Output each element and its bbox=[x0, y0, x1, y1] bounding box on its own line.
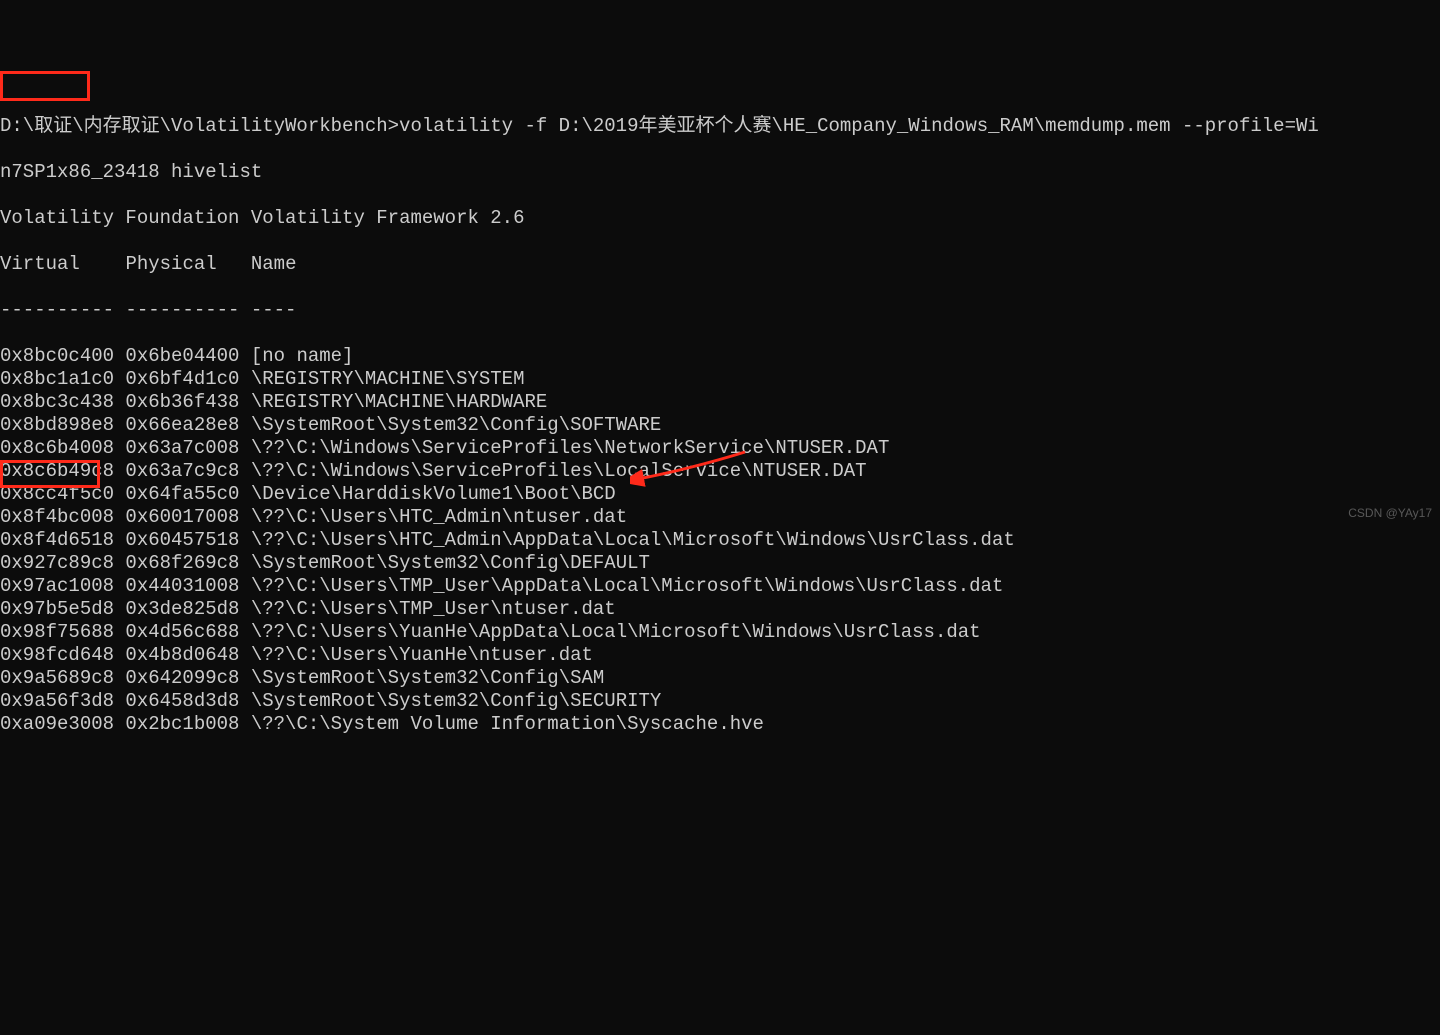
table-row: 0x97ac1008 0x44031008 \??\C:\Users\TMP_U… bbox=[0, 575, 1440, 598]
header-physical: Physical bbox=[125, 253, 216, 275]
table-row: 0x98f75688 0x4d56c688 \??\C:\Users\YuanH… bbox=[0, 621, 1440, 644]
table-row: 0x97b5e5d8 0x3de825d8 \??\C:\Users\TMP_U… bbox=[0, 598, 1440, 621]
table-row: 0x8bc3c438 0x6b36f438 \REGISTRY\MACHINE\… bbox=[0, 391, 1440, 414]
table-row: 0x8c6b49c8 0x63a7c9c8 \??\C:\Windows\Ser… bbox=[0, 460, 1440, 483]
header-row: Virtual Physical Name bbox=[0, 253, 1440, 276]
command-line-2: n7SP1x86_23418 hivelist bbox=[0, 161, 1440, 184]
table-row: 0x927c89c8 0x68f269c8 \SystemRoot\System… bbox=[0, 552, 1440, 575]
separator-row: ---------- ---------- ---- bbox=[0, 299, 1440, 322]
table-row: 0x8f4bc008 0x60017008 \??\C:\Users\HTC_A… bbox=[0, 506, 1440, 529]
command-line-1: D:\取证\内存取证\VolatilityWorkbench>volatilit… bbox=[0, 115, 1440, 138]
table-row: 0x8bc1a1c0 0x6bf4d1c0 \REGISTRY\MACHINE\… bbox=[0, 368, 1440, 391]
table-row: 0x8cc4f5c0 0x64fa55c0 \Device\HarddiskVo… bbox=[0, 483, 1440, 506]
header-virtual: Virtual bbox=[0, 253, 80, 275]
table-row: 0x8c6b4008 0x63a7c008 \??\C:\Windows\Ser… bbox=[0, 437, 1440, 460]
table-row: 0x8bd898e8 0x66ea28e8 \SystemRoot\System… bbox=[0, 414, 1440, 437]
terminal-output: D:\取证\内存取证\VolatilityWorkbench>volatilit… bbox=[0, 92, 1440, 759]
banner-line: Volatility Foundation Volatility Framewo… bbox=[0, 207, 1440, 230]
table-row: 0x98fcd648 0x4b8d0648 \??\C:\Users\YuanH… bbox=[0, 644, 1440, 667]
watermark: CSDN @YAy17 bbox=[1348, 502, 1432, 525]
table-row: 0x9a5689c8 0x642099c8 \SystemRoot\System… bbox=[0, 667, 1440, 690]
table-row: 0xa09e3008 0x2bc1b008 \??\C:\System Volu… bbox=[0, 713, 1440, 736]
table-row: 0x8f4d6518 0x60457518 \??\C:\Users\HTC_A… bbox=[0, 529, 1440, 552]
header-name: Name bbox=[251, 253, 297, 275]
table-row: 0x8bc0c400 0x6be04400 [no name] bbox=[0, 345, 1440, 368]
rows-container: 0x8bc0c400 0x6be04400 [no name]0x8bc1a1c… bbox=[0, 345, 1440, 736]
table-row: 0x9a56f3d8 0x6458d3d8 \SystemRoot\System… bbox=[0, 690, 1440, 713]
